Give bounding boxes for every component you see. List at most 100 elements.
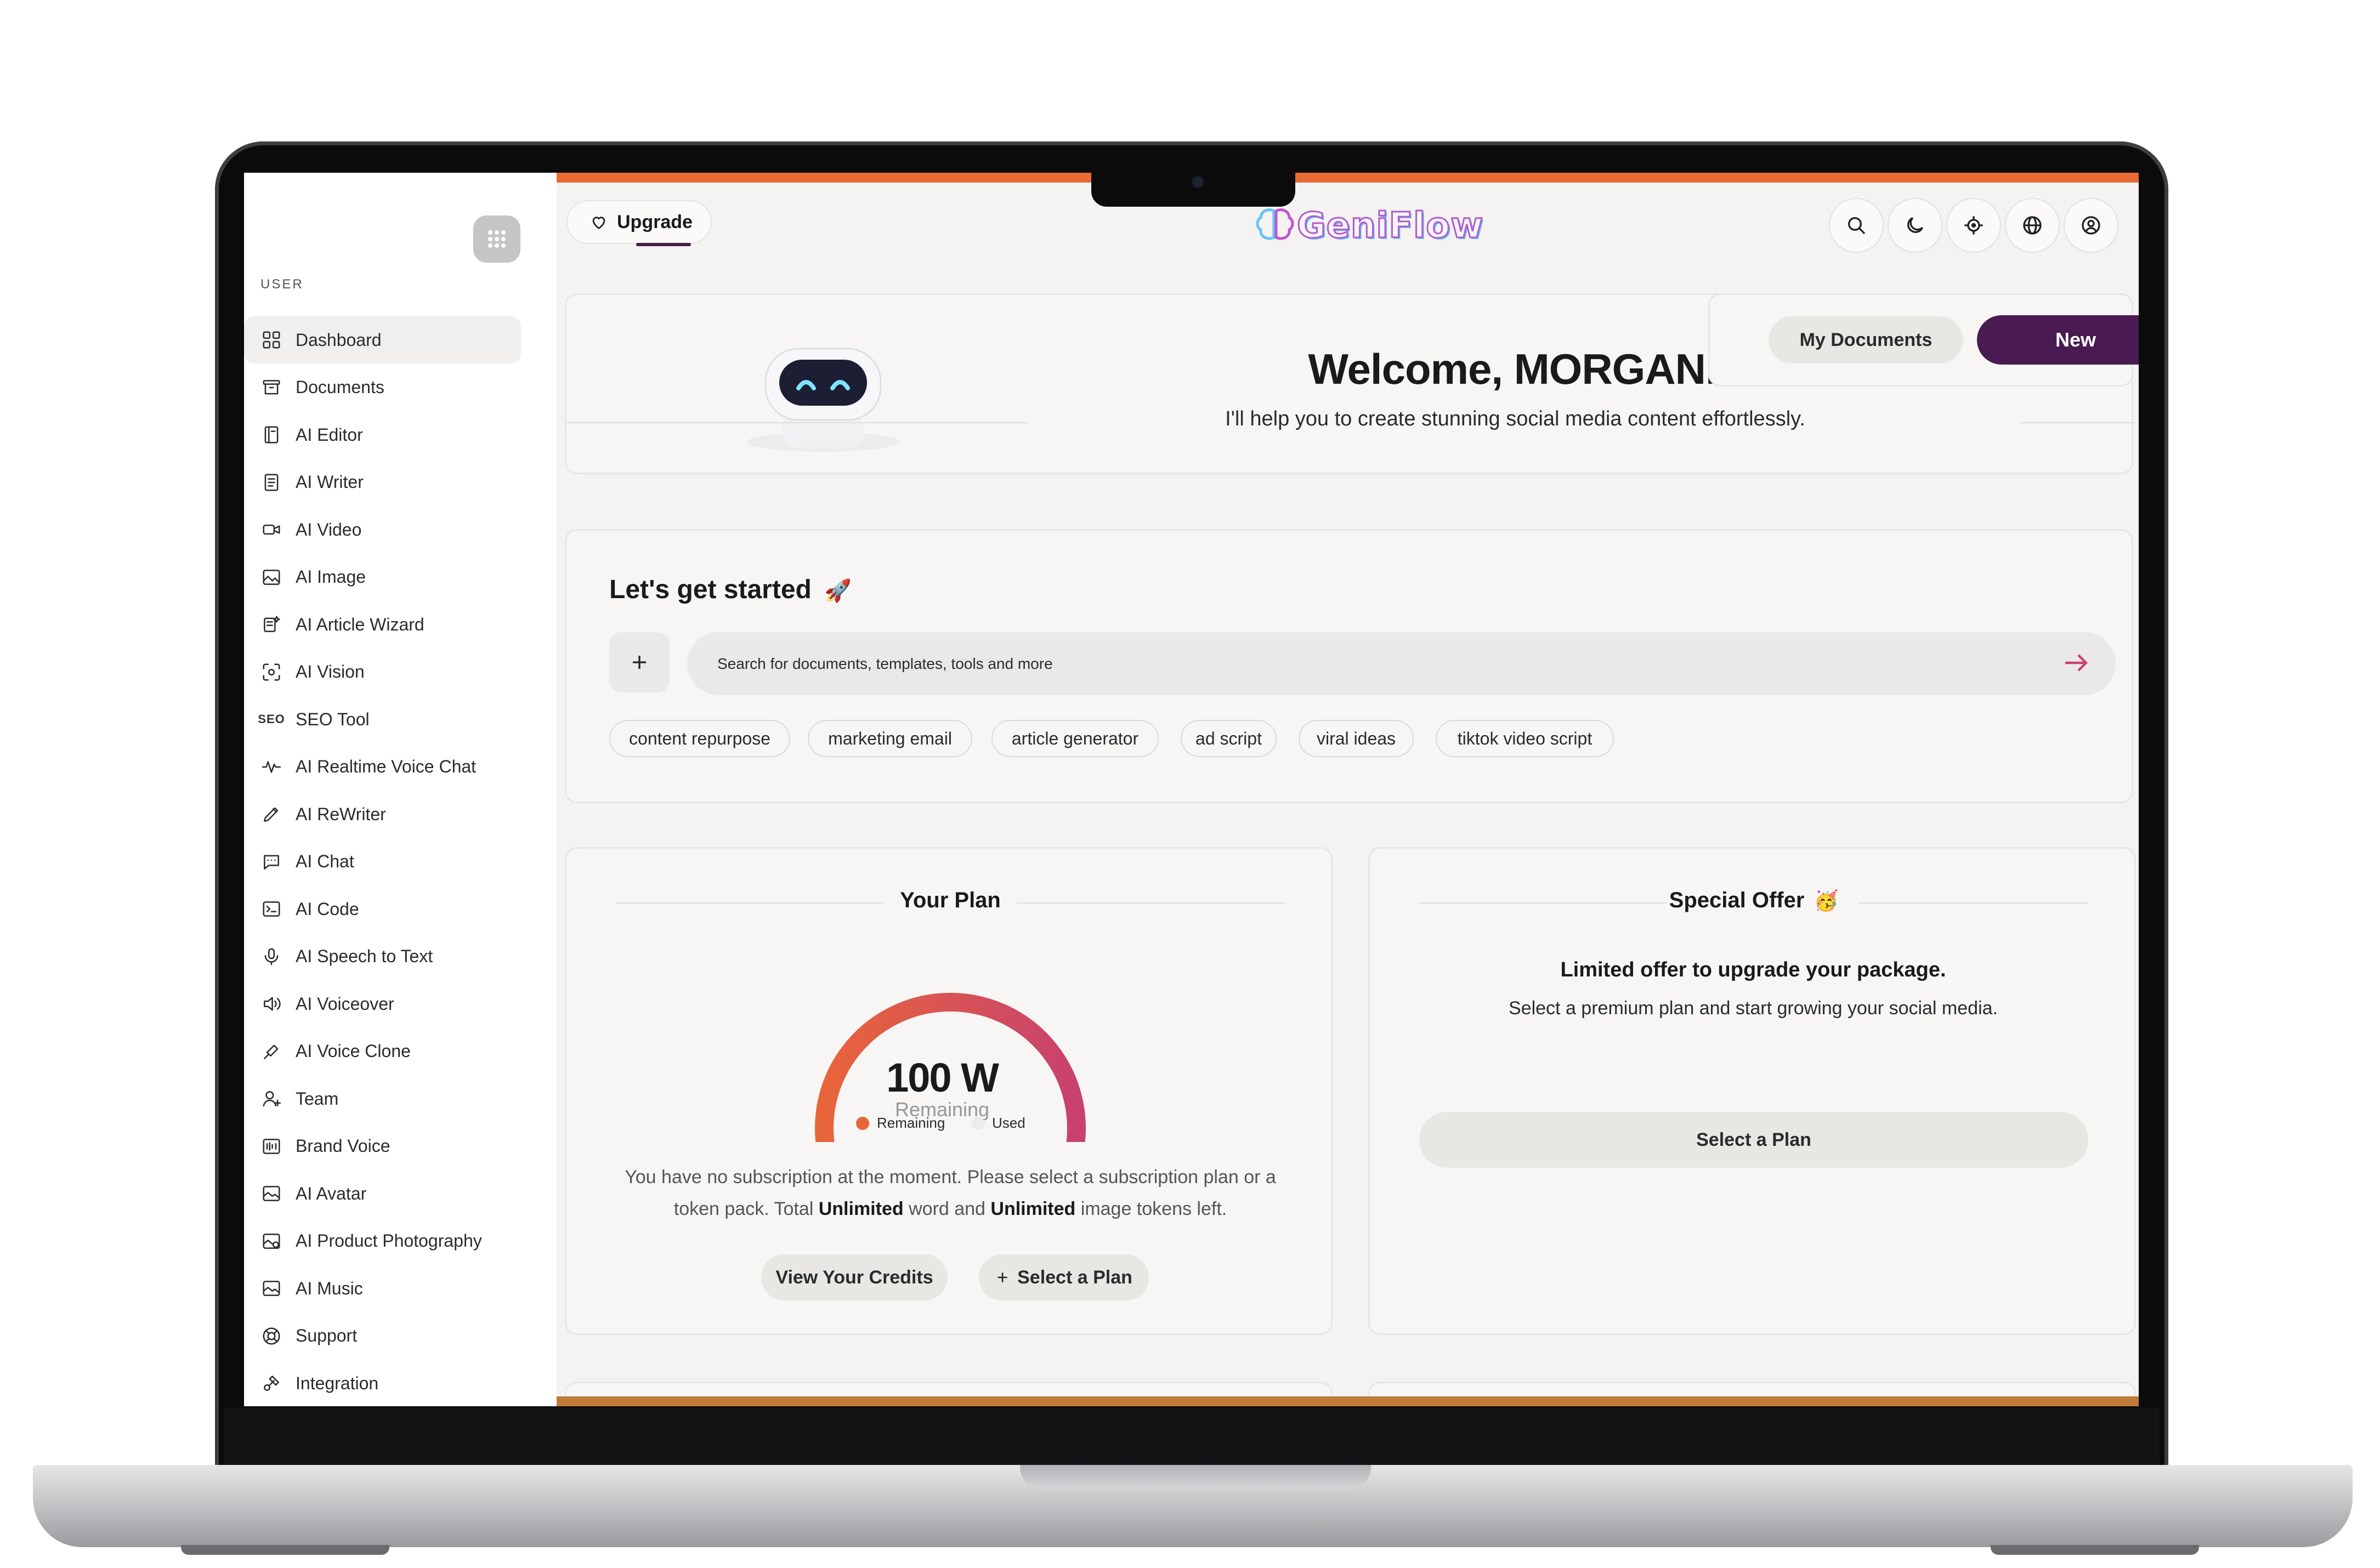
vision-icon xyxy=(260,661,282,683)
sidebar-item-label: Support xyxy=(296,1326,358,1345)
offer-headline: Limited offer to upgrade your package. xyxy=(1560,958,1946,981)
sidebar-item-label: Documents xyxy=(296,377,384,397)
sidebar-item-ai-writer[interactable]: AI Writer xyxy=(244,459,521,506)
legend-remaining: Remaining xyxy=(856,1115,945,1132)
robot-mascot-icon xyxy=(746,348,900,452)
search-placeholder: Search for documents, templates, tools a… xyxy=(717,655,1053,672)
sidebar-item-ai-voiceover[interactable]: AI Voiceover xyxy=(244,980,521,1027)
special-offer-card: Special Offer 🥳 Limited offer to upgrade… xyxy=(1368,847,2136,1335)
logo-text: GeniFlow xyxy=(1296,205,1484,247)
pen-icon xyxy=(260,803,282,825)
screen: USER Dashboard Documents AI Editor AI Write… xyxy=(244,173,2139,1406)
logo[interactable]: GeniFlow xyxy=(1253,205,1484,247)
search-input[interactable]: Search for documents, templates, tools a… xyxy=(687,632,2116,695)
plan-description: You have no subscription at the moment. … xyxy=(605,1161,1296,1225)
sidebar-item-ai-code[interactable]: AI Code xyxy=(244,885,521,933)
sidebar-item-dashboard[interactable]: Dashboard xyxy=(244,316,521,363)
focus-button[interactable] xyxy=(1946,198,2001,253)
sidebar-item-label: AI Realtime Voice Chat xyxy=(296,757,477,776)
new-button[interactable]: New xyxy=(1977,315,2139,365)
sidebar-item-support[interactable]: Support xyxy=(244,1313,521,1360)
laptop-chin xyxy=(224,1408,2160,1468)
plus-icon xyxy=(998,1272,1007,1282)
sidebar-item-ai-chat[interactable]: AI Chat xyxy=(244,838,521,885)
sidebar-item-label: AI Voice Clone xyxy=(296,1041,411,1061)
sidebar-item-label: Brand Voice xyxy=(296,1136,390,1156)
divider xyxy=(1858,902,2088,904)
integration-icon xyxy=(260,1372,282,1394)
divider xyxy=(566,422,1027,423)
crosshair-icon xyxy=(1964,216,1983,235)
sidebar-item-ai-product-photography[interactable]: AI Product Photography xyxy=(244,1218,521,1265)
sidebar-item-documents[interactable]: Documents xyxy=(244,364,521,411)
arrow-right-icon[interactable] xyxy=(2063,652,2089,674)
sidebar-item-label: AI Music xyxy=(296,1278,363,1298)
sidebar-item-ai-realtime-voice-chat[interactable]: AI Realtime Voice Chat xyxy=(244,743,521,791)
search-button[interactable] xyxy=(1829,198,1884,253)
suggestion-chip[interactable]: marketing email xyxy=(808,720,972,757)
sidebar-item-ai-image[interactable]: AI Image xyxy=(244,554,521,601)
plan-desc-text: word and xyxy=(903,1198,991,1219)
sidebar-item-brand-voice[interactable]: Brand Voice xyxy=(244,1123,521,1170)
sidebar-item-label: SEO Tool xyxy=(296,709,370,729)
language-button[interactable] xyxy=(2005,198,2060,253)
sidebar: USER Dashboard Documents AI Editor AI Write… xyxy=(244,173,557,1406)
laptop-foot xyxy=(1991,1545,2199,1555)
globe-icon xyxy=(2023,216,2042,235)
select-plan-label: Select a Plan xyxy=(1017,1266,1132,1288)
camera-icon xyxy=(1192,177,1203,188)
sidebar-section-label: USER xyxy=(260,277,304,292)
view-credits-button[interactable]: View Your Credits xyxy=(761,1254,948,1300)
sidebar-item-label: AI Article Wizard xyxy=(296,614,424,634)
add-button[interactable] xyxy=(609,632,670,692)
book-icon xyxy=(260,424,282,446)
brain-logo-icon xyxy=(1256,208,1294,240)
sidebar-item-label: AI Product Photography xyxy=(296,1231,482,1251)
upgrade-button[interactable]: Upgrade xyxy=(566,200,712,244)
sidebar-item-seo-tool[interactable]: SEO SEO Tool xyxy=(244,696,521,743)
sidebar-item-label: AI Image xyxy=(296,567,366,587)
divider xyxy=(1016,902,1285,904)
apps-grid-button[interactable] xyxy=(473,215,520,263)
sidebar-item-ai-editor[interactable]: AI Editor xyxy=(244,411,521,458)
get-started-card: Let's get started 🚀 Search for documents… xyxy=(565,529,2133,803)
seo-icon: SEO xyxy=(258,712,285,726)
sidebar-item-label: Integration xyxy=(296,1373,379,1393)
sidebar-item-label: AI Voiceover xyxy=(296,993,394,1014)
sidebar-item-ai-music[interactable]: AI Music xyxy=(244,1265,521,1312)
sidebar-item-ai-vision[interactable]: AI Vision xyxy=(244,649,521,696)
legend-used-label: Used xyxy=(992,1115,1025,1131)
sidebar-item-label: AI Chat xyxy=(296,851,354,871)
theme-toggle-button[interactable] xyxy=(1888,198,1942,253)
sidebar-item-team[interactable]: Team xyxy=(244,1075,521,1122)
suggestion-chip[interactable]: article generator xyxy=(991,720,1159,757)
sidebar-item-ai-avatar[interactable]: AI Avatar xyxy=(244,1170,521,1217)
sidebar-item-ai-speech-to-text[interactable]: AI Speech to Text xyxy=(244,933,521,980)
sidebar-item-ai-article-wizard[interactable]: AI Article Wizard xyxy=(244,601,521,648)
voice-clone-icon xyxy=(260,1041,282,1063)
legend-remaining-label: Remaining xyxy=(877,1115,945,1131)
sidebar-item-ai-voice-clone[interactable]: AI Voice Clone xyxy=(244,1028,521,1075)
account-button[interactable] xyxy=(2064,198,2118,253)
video-camera-icon xyxy=(260,519,282,541)
get-started-title-text: Let's get started xyxy=(609,575,812,604)
suggestion-chip[interactable]: content repurpose xyxy=(609,720,790,757)
archive-icon xyxy=(260,377,282,399)
upgrade-indicator xyxy=(636,243,691,246)
suggestion-chip[interactable]: tiktok video script xyxy=(1436,720,1614,757)
document-icon xyxy=(260,471,282,493)
offer-select-plan-button[interactable]: Select a Plan xyxy=(1419,1112,2088,1168)
party-face-icon: 🥳 xyxy=(1814,889,1839,912)
my-documents-button[interactable]: My Documents xyxy=(1769,316,1963,363)
select-plan-button[interactable]: Select a Plan xyxy=(979,1254,1149,1300)
suggestion-chip[interactable]: viral ideas xyxy=(1299,720,1414,757)
sidebar-item-ai-rewriter[interactable]: AI ReWriter xyxy=(244,791,521,838)
suggestion-chip[interactable]: ad script xyxy=(1181,720,1277,757)
rocket-icon: 🚀 xyxy=(824,579,852,603)
plan-desc-words: Unlimited xyxy=(818,1198,904,1219)
sidebar-item-integration[interactable]: Integration xyxy=(244,1360,521,1406)
accent-bottom-bar xyxy=(557,1396,2139,1406)
get-started-title: Let's get started 🚀 xyxy=(609,575,852,605)
search-icon xyxy=(1848,217,1866,235)
sidebar-item-ai-video[interactable]: AI Video xyxy=(244,506,521,553)
